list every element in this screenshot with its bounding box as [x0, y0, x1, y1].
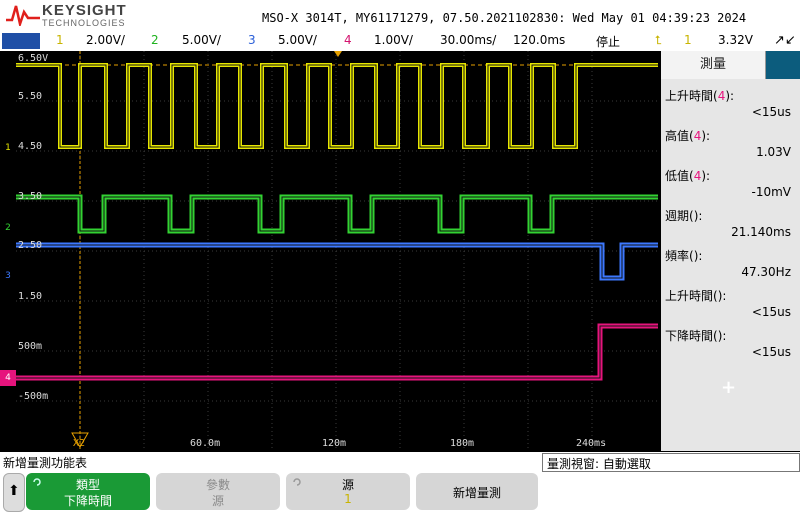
trigger-source[interactable]: 1 — [684, 33, 692, 47]
ch4-number[interactable]: 4 — [344, 33, 352, 47]
trigger-mode-icon: ↗↙ — [774, 33, 796, 48]
level-label: 2.50 — [18, 240, 43, 251]
level-label: 5.50 — [18, 91, 43, 102]
measurement-value: <15us — [751, 305, 791, 319]
measurement-value: 21.140ms — [731, 225, 791, 239]
ch2-trace-core — [16, 196, 658, 232]
level-label: 1.50 — [18, 291, 43, 302]
timebase-scale[interactable]: 30.00ms/ — [440, 33, 496, 47]
graticule — [16, 51, 658, 451]
waveform-display[interactable] — [16, 51, 658, 451]
measurement-item[interactable]: 上升時間(4): <15us — [665, 87, 795, 123]
measurement-value: -10mV — [751, 185, 792, 199]
brand-subtitle: TECHNOLOGIES — [42, 18, 126, 28]
measurement-value: 1.03V — [756, 145, 791, 159]
trigger-position-marker[interactable] — [334, 51, 342, 57]
level-label: 3.50 — [18, 191, 43, 202]
measurement-item[interactable]: 低值(4): -10mV — [665, 167, 795, 203]
trigger-level[interactable]: 3.32V — [718, 33, 753, 47]
ch4-ground-marker[interactable]: 4 — [0, 370, 16, 386]
measurement-item[interactable]: 週期(): 21.140ms — [665, 207, 795, 243]
softkey-add-measurement[interactable]: 新增量測 — [416, 473, 538, 510]
time-delay[interactable]: 120.0ms — [513, 33, 565, 47]
trigger-edge-icon: ⮤ — [655, 33, 663, 47]
ch3-number[interactable]: 3 — [248, 33, 256, 47]
ch4-trace — [16, 323, 658, 381]
ch1-number[interactable]: 1 — [56, 33, 64, 47]
measurement-value: <15us — [751, 345, 791, 359]
measurement-panel: 測量 上升時間(4): <15us 高值(4): 1.03V 低值(4): -1… — [661, 51, 800, 451]
brand-name: KEYSIGHT — [42, 2, 127, 19]
measurement-item[interactable]: 頻率(): 47.30Hz — [665, 247, 795, 283]
measurement-item[interactable]: 高值(4): 1.03V — [665, 127, 795, 163]
softkey-type[interactable]: 類型 下降時間 — [26, 473, 150, 510]
ch1-scale[interactable]: 2.00V/ — [86, 33, 125, 47]
level-label: 500m — [18, 341, 43, 352]
waveform-canvas — [16, 51, 658, 451]
main-menu-button[interactable] — [2, 33, 40, 49]
ch1-ground-marker[interactable]: 1 — [0, 140, 16, 156]
softkey-source[interactable]: 源 1 — [286, 473, 410, 510]
arrow-up-icon: ⬆ — [8, 483, 20, 499]
ch4-scale[interactable]: 1.00V/ — [374, 33, 413, 47]
ch3-ground-marker[interactable]: 3 — [0, 268, 16, 284]
menu-up-button[interactable]: ⬆ — [3, 473, 25, 512]
ch1-trace — [16, 63, 658, 149]
measurement-item[interactable]: 下降時間(): <15us — [665, 327, 795, 363]
time-label: 180m — [450, 438, 475, 449]
level-label: 6.50V — [18, 53, 49, 64]
time-label: 60.0m — [190, 438, 221, 449]
ch2-number[interactable]: 2 — [151, 33, 159, 47]
tab-measurements[interactable]: 測量 — [661, 51, 766, 79]
time-label: 120m — [322, 438, 347, 449]
add-measurement-icon[interactable]: + — [721, 377, 736, 398]
menu-title: 新增量測功能表 — [3, 456, 88, 470]
cursor-x2-label[interactable]: X2 — [73, 438, 85, 449]
tab-secondary[interactable] — [766, 51, 800, 79]
softkey-bar: ⬆ 類型 下降時間 參數 源 源 1 新增量測 — [0, 472, 800, 512]
ch2-scale[interactable]: 5.00V/ — [182, 33, 221, 47]
channel-status-bar: 1 2.00V/ 2 5.00V/ 3 5.00V/ 4 1.00V/ 30.0… — [0, 32, 800, 51]
run-state[interactable]: 停止 — [596, 33, 620, 50]
ch2-trace — [16, 194, 658, 234]
measurement-value: 47.30Hz — [741, 265, 791, 279]
keysight-logo-icon — [6, 5, 40, 26]
title-bar: KEYSIGHT TECHNOLOGIES MSO-X 3014T, MY611… — [0, 0, 800, 32]
ch4-trace-core — [16, 325, 658, 379]
ch1-trace-core — [16, 64, 658, 148]
ch2-ground-marker[interactable]: 2 — [0, 220, 16, 236]
ch3-scale[interactable]: 5.00V/ — [278, 33, 317, 47]
measurement-window-mode[interactable]: 量測視窗: 自動選取 — [542, 453, 800, 472]
softkey-params[interactable]: 參數 源 — [156, 473, 280, 510]
ch3-trace — [16, 242, 658, 281]
level-label: 4.50 — [18, 141, 43, 152]
ch3-trace-core — [16, 244, 658, 279]
instrument-info: MSO-X 3014T, MY61171279, 07.50.202110283… — [262, 11, 747, 25]
level-label: -500m — [18, 391, 49, 402]
measurement-value: <15us — [751, 105, 791, 119]
measurement-item[interactable]: 上升時間(): <15us — [665, 287, 795, 323]
time-label: 240ms — [576, 438, 607, 449]
